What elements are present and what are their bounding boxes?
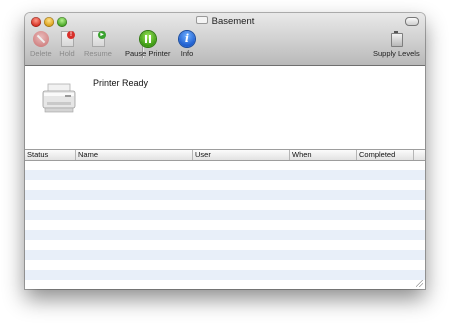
empty-table-row — [25, 170, 425, 180]
column-header-completed[interactable]: Completed — [357, 150, 414, 160]
empty-table-row — [25, 280, 425, 289]
supply-levels-button[interactable]: Supply Levels — [373, 31, 420, 58]
pause-icon — [139, 31, 156, 47]
resume-button[interactable]: ▸ Resume — [84, 31, 112, 58]
info-label: Info — [180, 49, 194, 58]
hold-icon: ! — [59, 31, 75, 47]
empty-table-row — [25, 230, 425, 240]
window-title: Basement — [211, 16, 255, 27]
queue-table-body[interactable] — [25, 160, 425, 289]
pause-printer-button[interactable]: Pause Printer — [125, 31, 170, 58]
empty-table-row — [25, 270, 425, 280]
title-bar[interactable]: Basement Delete ! Hold ▸ Resume Pause Pr… — [25, 13, 425, 66]
empty-table-row — [25, 220, 425, 230]
empty-table-row — [25, 180, 425, 190]
delete-label: Delete — [30, 49, 52, 58]
empty-table-row — [25, 250, 425, 260]
document-proxy-icon[interactable] — [195, 16, 208, 25]
toolbar-toggle-button[interactable] — [405, 17, 419, 26]
delete-icon — [32, 31, 49, 47]
window-title-area: Basement — [25, 16, 425, 27]
resume-icon: ▸ — [90, 31, 106, 47]
delete-button[interactable]: Delete — [30, 31, 52, 58]
column-header-when[interactable]: When — [290, 150, 357, 160]
empty-table-row — [25, 210, 425, 220]
column-header-user[interactable]: User — [193, 150, 290, 160]
hold-label: Hold — [59, 49, 75, 58]
printer-status-panel: Printer Ready — [25, 66, 425, 148]
hold-button[interactable]: ! Hold — [59, 31, 75, 58]
column-header-name[interactable]: Name — [76, 150, 193, 160]
supply-levels-icon — [388, 31, 404, 47]
empty-table-row — [25, 200, 425, 210]
info-icon: i — [179, 31, 195, 47]
empty-table-row — [25, 190, 425, 200]
column-header-status[interactable]: Status — [25, 150, 76, 160]
empty-table-row — [25, 260, 425, 270]
empty-table-row — [25, 240, 425, 250]
resize-grip[interactable] — [416, 280, 423, 287]
printer-queue-window: Basement Delete ! Hold ▸ Resume Pause Pr… — [25, 13, 425, 289]
info-button[interactable]: i Info — [179, 31, 195, 58]
printer-status-text: Printer Ready — [93, 78, 149, 88]
supply-levels-label: Supply Levels — [373, 49, 420, 58]
empty-table-row — [25, 160, 425, 170]
pause-printer-label: Pause Printer — [125, 49, 171, 58]
column-header-filler — [414, 150, 425, 160]
resume-label: Resume — [84, 49, 112, 58]
printer-icon — [42, 83, 76, 113]
